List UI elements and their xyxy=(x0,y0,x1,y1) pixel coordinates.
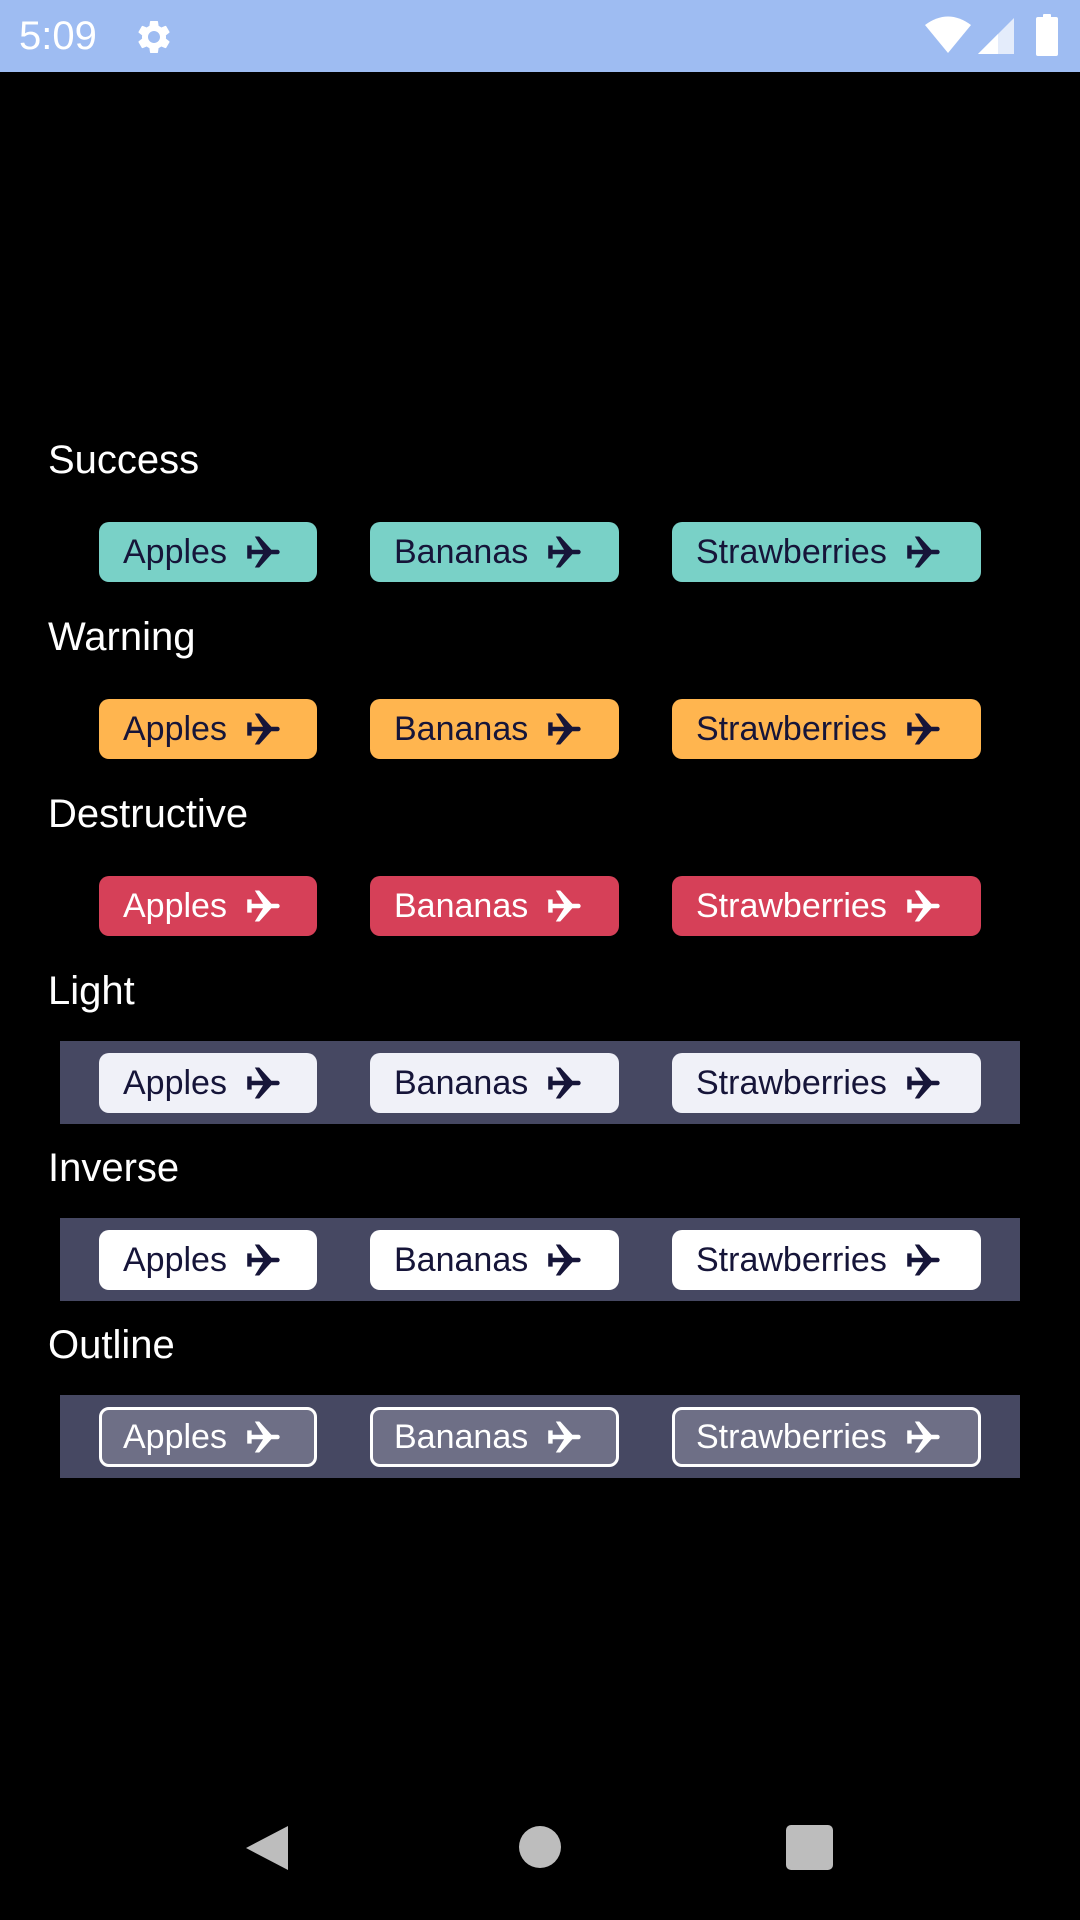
chip-apples[interactable]: Apples xyxy=(99,522,317,582)
recents-icon[interactable] xyxy=(786,1825,833,1870)
section-title: Destructive xyxy=(48,792,249,836)
section-title: Inverse xyxy=(48,1146,180,1190)
chip-label: Apples xyxy=(123,1241,227,1279)
chip-bananas[interactable]: Bananas xyxy=(370,1053,619,1113)
chip-label: Strawberries xyxy=(696,533,887,571)
airplane-icon xyxy=(245,1418,283,1456)
airplane-icon xyxy=(245,1064,283,1102)
chip-bananas[interactable]: Bananas xyxy=(370,876,619,936)
airplane-icon xyxy=(546,887,584,925)
chip-bananas[interactable]: Bananas xyxy=(370,699,619,759)
chip-label: Bananas xyxy=(394,887,529,925)
chip-apples[interactable]: Apples xyxy=(99,1407,317,1467)
section-title: Light xyxy=(48,969,135,1013)
airplane-icon xyxy=(905,1418,943,1456)
battery-icon xyxy=(1036,14,1058,56)
chip-label: Strawberries xyxy=(696,1241,887,1279)
airplane-icon xyxy=(546,1064,584,1102)
chip-label: Apples xyxy=(123,710,227,748)
gear-icon xyxy=(134,17,174,57)
airplane-icon xyxy=(546,710,584,748)
status-bar: 5:09 xyxy=(0,0,1080,72)
airplane-icon xyxy=(905,887,943,925)
chip-label: Bananas xyxy=(394,710,529,748)
chip-strawberries[interactable]: Strawberries xyxy=(672,876,981,936)
chip-label: Strawberries xyxy=(696,710,887,748)
section-title: Outline xyxy=(48,1323,175,1367)
chip-label: Bananas xyxy=(394,1241,529,1279)
section-title: Warning xyxy=(48,615,196,659)
chip-bananas[interactable]: Bananas xyxy=(370,522,619,582)
status-time: 5:09 xyxy=(19,14,97,58)
airplane-icon xyxy=(245,887,283,925)
chip-label: Bananas xyxy=(394,1418,529,1456)
chip-label: Bananas xyxy=(394,1064,529,1102)
signal-icon xyxy=(978,18,1014,54)
chip-bananas[interactable]: Bananas xyxy=(370,1407,619,1467)
chip-bananas[interactable]: Bananas xyxy=(370,1230,619,1290)
chip-strawberries[interactable]: Strawberries xyxy=(672,1407,981,1467)
airplane-icon xyxy=(905,1241,943,1279)
chip-label: Bananas xyxy=(394,533,529,571)
airplane-icon xyxy=(245,710,283,748)
chip-strawberries[interactable]: Strawberries xyxy=(672,699,981,759)
airplane-icon xyxy=(245,533,283,571)
airplane-icon xyxy=(546,1418,584,1456)
chip-label: Apples xyxy=(123,1418,227,1456)
back-icon[interactable] xyxy=(244,1824,290,1872)
airplane-icon xyxy=(905,533,943,571)
airplane-icon xyxy=(905,710,943,748)
airplane-icon xyxy=(546,533,584,571)
chip-strawberries[interactable]: Strawberries xyxy=(672,1230,981,1290)
wifi-icon xyxy=(924,16,972,54)
chip-apples[interactable]: Apples xyxy=(99,876,317,936)
chip-apples[interactable]: Apples xyxy=(99,1053,317,1113)
chip-label: Strawberries xyxy=(696,1418,887,1456)
chip-label: Strawberries xyxy=(696,887,887,925)
home-icon[interactable] xyxy=(519,1826,561,1868)
chip-apples[interactable]: Apples xyxy=(99,1230,317,1290)
chip-strawberries[interactable]: Strawberries xyxy=(672,522,981,582)
chip-label: Apples xyxy=(123,887,227,925)
airplane-icon xyxy=(905,1064,943,1102)
section-title: Success xyxy=(48,438,200,482)
airplane-icon xyxy=(546,1241,584,1279)
chip-strawberries[interactable]: Strawberries xyxy=(672,1053,981,1113)
chip-label: Apples xyxy=(123,1064,227,1102)
chip-label: Apples xyxy=(123,533,227,571)
chip-apples[interactable]: Apples xyxy=(99,699,317,759)
chip-label: Strawberries xyxy=(696,1064,887,1102)
airplane-icon xyxy=(245,1241,283,1279)
